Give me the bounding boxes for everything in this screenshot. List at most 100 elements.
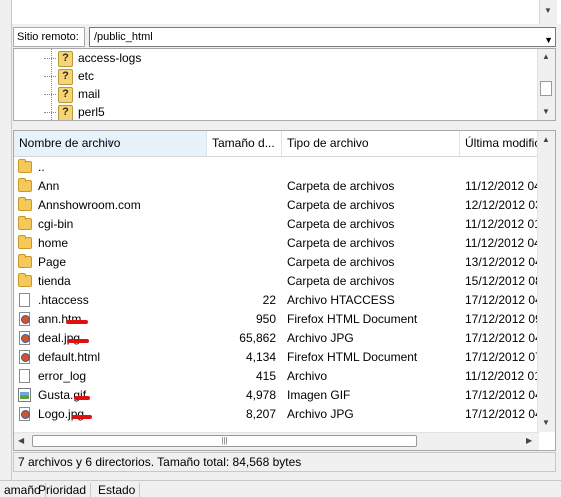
file-list-vertical-scrollbar[interactable]: ▲ ▼ — [537, 131, 555, 432]
file-name: Annshowroom.com — [38, 198, 141, 212]
firefox-document-icon — [19, 407, 30, 421]
file-name: default.html — [38, 350, 101, 364]
file-name: tienda — [38, 274, 71, 288]
file-type: Carpeta de archivos — [287, 217, 395, 231]
file-type: Archivo HTACCESS — [287, 293, 395, 307]
file-size: 4,134 — [245, 350, 276, 364]
file-type: Carpeta de archivos — [287, 179, 395, 193]
file-size: 950 — [255, 312, 276, 326]
redaction-mark — [74, 396, 90, 400]
queue-column-priority[interactable]: Prioridad — [34, 483, 92, 497]
top-panel-strip — [0, 0, 561, 24]
folder-icon — [18, 197, 32, 211]
file-type: Archivo JPG — [287, 331, 354, 345]
tree-item-mail[interactable]: ? mail — [44, 85, 100, 103]
scroll-down-arrow-icon[interactable]: ▼ — [544, 6, 552, 15]
file-row[interactable]: ann.htm 950 Firefox HTML Document 17/12/201… — [14, 310, 555, 329]
horizontal-scroll-thumb[interactable]: ||| — [32, 435, 417, 447]
dropdown-arrow-icon[interactable]: ▼ — [544, 31, 553, 49]
column-header-type[interactable]: Tipo de archivo — [282, 131, 460, 156]
folder-icon — [18, 254, 32, 268]
file-list-horizontal-scrollbar[interactable]: ◀ ||| ▶ — [14, 432, 539, 450]
scroll-up-arrow-icon[interactable]: ▲ — [542, 135, 550, 144]
firefox-document-icon — [19, 331, 30, 345]
file-name: Ann — [38, 179, 60, 193]
status-bar: 7 archivos y 6 directorios. Tamaño total… — [13, 452, 556, 472]
firefox-document-icon — [19, 312, 30, 326]
file-type: Carpeta de archivos — [287, 236, 395, 250]
tree-item-label: perl5 — [78, 105, 105, 119]
file-row[interactable]: Gusta.gif 4,978 Imagen GIF 17/12/2012 04:..… — [14, 386, 555, 405]
file-row[interactable]: deal.jpg 65,862 Archivo JPG 17/12/2012 04:.… — [14, 329, 555, 348]
scroll-right-arrow-icon[interactable]: ▶ — [526, 436, 532, 445]
file-type: Firefox HTML Document — [287, 312, 418, 326]
redaction-mark — [66, 320, 88, 324]
file-row[interactable]: cgi-bin Carpeta de archivos 11/12/2012 01:… — [14, 215, 554, 234]
unknown-folder-icon: ? — [58, 104, 73, 120]
file-type: Archivo JPG — [287, 407, 354, 421]
remote-path-value: /public_html — [94, 31, 153, 43]
file-type: Firefox HTML Document — [287, 350, 418, 364]
firefox-document-icon — [19, 350, 30, 364]
file-row[interactable]: home Carpeta de archivos 11/12/2012 04:... — [14, 234, 554, 253]
remote-file-list: Nombre de archivo ▲ Tamaño d... Tipo de … — [13, 130, 556, 451]
top-panel-scrollbar[interactable]: ▼ — [539, 0, 557, 24]
file-row[interactable]: default.html 4,134 Firefox HTML Document 17… — [14, 348, 555, 367]
file-row[interactable]: .htaccess 22 Archivo HTACCESS 17/12/2012 04… — [14, 291, 555, 310]
tree-item-label: mail — [78, 87, 101, 101]
file-size: 415 — [255, 369, 276, 383]
tree-scroll-thumb[interactable] — [540, 81, 552, 96]
file-row[interactable]: Annshowroom.com Carpeta de archivos 12/12/… — [14, 196, 555, 215]
unknown-folder-icon: ? — [58, 50, 73, 67]
file-row[interactable]: Ann Carpeta de archivos 11/12/2012 04:... — [14, 177, 554, 196]
file-name: home — [38, 236, 69, 250]
redaction-mark — [72, 415, 92, 419]
column-header-date[interactable]: Última modific... — [460, 131, 539, 156]
file-type: Archivo — [287, 369, 328, 383]
tree-item-access-logs[interactable]: ? access-logs — [44, 49, 141, 67]
image-icon — [18, 388, 31, 402]
scroll-up-arrow-icon[interactable]: ▲ — [542, 52, 550, 61]
queue-column-status[interactable]: Estado — [94, 483, 141, 497]
file-row[interactable]: Logo.jpg 8,207 Archivo JPG 17/12/2012 04:..… — [14, 405, 555, 424]
remote-site-label: Sitio remoto: — [13, 27, 85, 47]
file-type: Imagen GIF — [287, 388, 351, 402]
column-header-size[interactable]: Tamaño d... — [207, 131, 282, 156]
file-type: Carpeta de archivos — [287, 255, 395, 269]
scroll-down-arrow-icon[interactable]: ▼ — [542, 107, 550, 116]
scroll-down-arrow-icon[interactable]: ▼ — [542, 418, 550, 427]
tree-item-label: etc — [78, 69, 95, 83]
file-type: Carpeta de archivos — [287, 198, 395, 212]
file-row[interactable]: error_log 415 Archivo 11/12/2012 01:... — [14, 367, 554, 386]
local-pane-edge — [0, 0, 12, 494]
tree-item-etc[interactable]: ? etc — [44, 67, 94, 85]
redaction-mark — [67, 339, 89, 343]
folder-icon — [18, 273, 32, 287]
folder-icon — [18, 178, 32, 192]
tree-item-perl5[interactable]: ? perl5 — [44, 103, 105, 120]
sort-ascending-icon: ▲ — [106, 137, 114, 146]
folder-icon — [18, 216, 32, 230]
file-name: Page — [38, 255, 67, 269]
folder-icon — [18, 159, 32, 173]
file-type: Carpeta de archivos — [287, 274, 395, 288]
file-size: 4,978 — [245, 388, 276, 402]
transfer-queue-columns: amaño Prioridad Estado — [0, 480, 561, 497]
column-header-name[interactable]: Nombre de archivo ▲ — [14, 131, 207, 156]
file-size: 65,862 — [239, 331, 276, 345]
file-row[interactable]: .. — [14, 158, 539, 177]
file-icon — [19, 293, 30, 307]
file-size: 8,207 — [245, 407, 276, 421]
file-list-header: Nombre de archivo ▲ Tamaño d... Tipo de … — [14, 131, 539, 157]
remote-site-bar: Sitio remoto: /public_html ▼ — [13, 27, 556, 47]
file-name: cgi-bin — [38, 217, 74, 231]
folder-icon — [18, 235, 32, 249]
tree-item-label: access-logs — [78, 51, 142, 65]
scroll-left-arrow-icon[interactable]: ◀ — [18, 436, 24, 445]
file-row[interactable]: Page Carpeta de archivos 13/12/2012 04:... — [14, 253, 555, 272]
file-size: 22 — [262, 293, 276, 307]
file-row[interactable]: tienda Carpeta de archivos 15/12/2012 08:.… — [14, 272, 555, 291]
remote-path-input[interactable]: /public_html ▼ — [89, 27, 556, 47]
tree-scrollbar[interactable]: ▲ ▼ — [537, 49, 555, 120]
file-name: error_log — [38, 369, 87, 383]
